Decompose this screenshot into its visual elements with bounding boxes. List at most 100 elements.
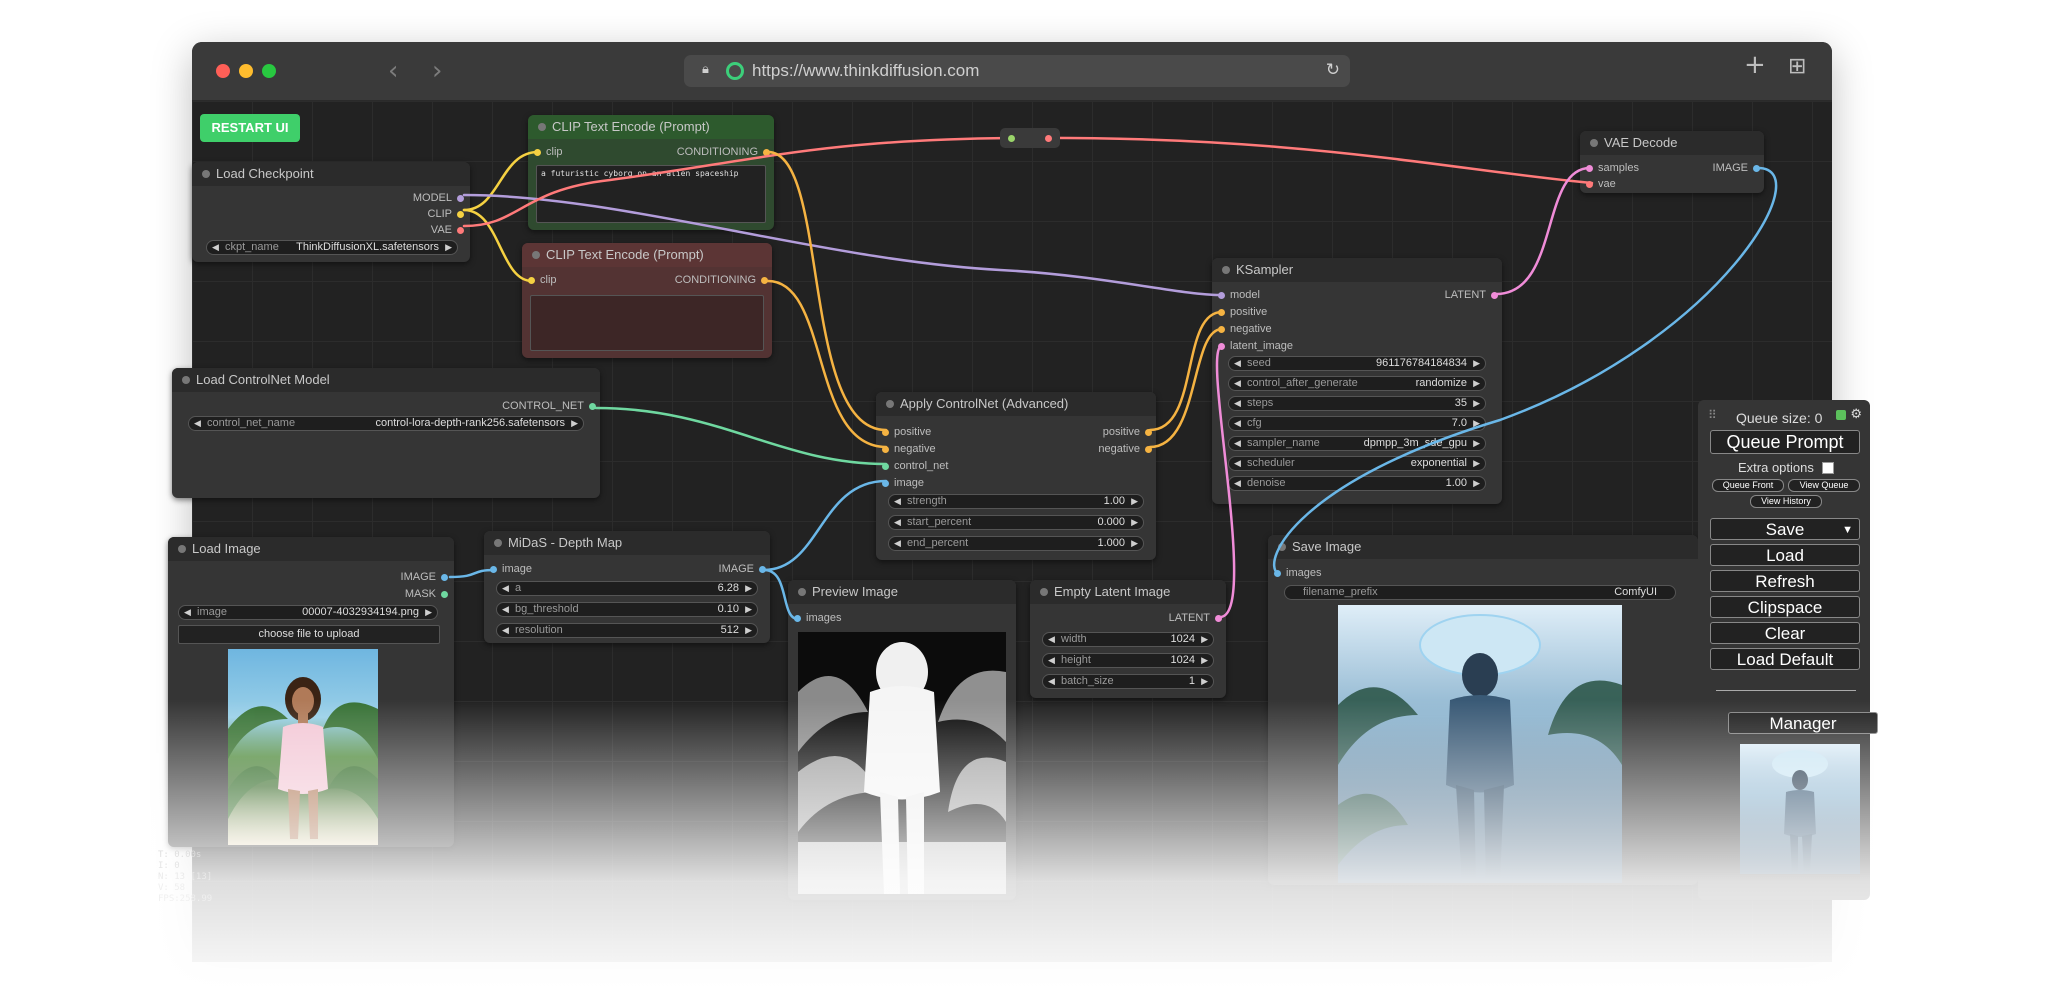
image-input[interactable]: image (882, 477, 924, 489)
decrement-arrow-icon[interactable]: ◀ (1234, 357, 1241, 370)
mask-output[interactable]: MASK (405, 588, 449, 600)
increment-arrow-icon[interactable]: ▶ (1131, 516, 1138, 529)
increment-arrow-icon[interactable]: ▶ (745, 603, 752, 616)
load-default-button[interactable]: Load Default (1710, 648, 1860, 670)
node-title[interactable]: Load ControlNet Model (172, 368, 600, 392)
vae-output[interactable]: VAE (431, 224, 465, 236)
extra-options-checkbox[interactable] (1822, 462, 1834, 474)
reroute-output-dot[interactable] (1045, 135, 1052, 142)
refresh-button[interactable]: Refresh (1710, 570, 1860, 592)
image-select[interactable]: ◀ image 00007-4032934194.png ▶ (178, 605, 438, 620)
decrement-arrow-icon[interactable]: ◀ (1234, 397, 1241, 410)
bg-threshold-field[interactable]: ◀ bg_threshold 0.10 ▶ (496, 602, 758, 617)
positive-input[interactable]: positive (882, 426, 931, 438)
view-history-button[interactable]: View History (1750, 495, 1822, 508)
scheduler-select[interactable]: ◀ scheduler exponential ▶ (1228, 456, 1486, 471)
end-percent-slider[interactable]: ◀ end_percent 1.000 ▶ (888, 536, 1144, 551)
node-title[interactable]: KSampler (1212, 258, 1502, 282)
negative-output[interactable]: negative (1098, 443, 1152, 455)
clipspace-button[interactable]: Clipspace (1710, 596, 1860, 618)
load-controlnet-node[interactable]: Load ControlNet Model CONTROL_NET ◀ cont… (172, 368, 600, 498)
negative-input[interactable]: negative (1218, 323, 1272, 335)
steps-field[interactable]: ◀ steps 35 ▶ (1228, 396, 1486, 411)
node-title[interactable]: Empty Latent Image (1030, 580, 1226, 604)
image-output[interactable]: IMAGE (1713, 162, 1761, 174)
vae-decode-node[interactable]: VAE Decode samples vae IMAGE (1580, 131, 1764, 193)
node-title[interactable]: Load Image (168, 537, 454, 561)
clip-input[interactable]: clip (534, 146, 563, 158)
resolution-field[interactable]: ◀ resolution 512 ▶ (496, 623, 758, 638)
ksampler-node[interactable]: KSampler model positive negative latent_… (1212, 258, 1502, 504)
image-output[interactable]: IMAGE (719, 563, 767, 575)
conditioning-output[interactable]: CONDITIONING (677, 146, 771, 158)
height-field[interactable]: ◀ height 1024 ▶ (1042, 653, 1214, 668)
decrement-arrow-icon[interactable]: ◀ (894, 516, 901, 529)
close-window-button[interactable] (216, 64, 230, 78)
increment-arrow-icon[interactable]: ▶ (1131, 495, 1138, 508)
ckpt-name-select[interactable]: ◀ ckpt_name ThinkDiffusionXL.safetensors… (206, 240, 458, 255)
latent-image-input[interactable]: latent_image (1218, 340, 1293, 352)
minimize-window-button[interactable] (239, 64, 253, 78)
clip-input[interactable]: clip (528, 274, 557, 286)
width-field[interactable]: ◀ width 1024 ▶ (1042, 632, 1214, 647)
increment-arrow-icon[interactable]: ▶ (1473, 437, 1480, 450)
drag-handle-icon[interactable]: ⠿ (1708, 408, 1717, 422)
control-net-input[interactable]: control_net (882, 460, 948, 472)
positive-output[interactable]: positive (1103, 426, 1153, 438)
filename-prefix-field[interactable]: filename_prefix ComfyUI (1284, 585, 1676, 600)
control-after-generate-select[interactable]: ◀ control_after_generate randomize ▶ (1228, 376, 1486, 391)
increment-arrow-icon[interactable]: ▶ (1473, 357, 1480, 370)
increment-arrow-icon[interactable]: ▶ (425, 606, 432, 619)
control-net-name-select[interactable]: ◀ control_net_name control-lora-depth-ra… (188, 416, 584, 431)
increment-arrow-icon[interactable]: ▶ (1473, 457, 1480, 470)
history-thumbnail-image[interactable] (1740, 744, 1860, 874)
node-title[interactable]: MiDaS - Depth Map (484, 531, 770, 555)
new-tab-icon[interactable]: + (1744, 50, 1766, 80)
save-button[interactable]: Save ▼ (1710, 518, 1860, 540)
node-title[interactable]: Save Image (1268, 535, 1698, 559)
samples-input[interactable]: samples (1586, 162, 1639, 174)
maximize-window-button[interactable] (262, 64, 276, 78)
clip-text-encode-negative-node[interactable]: CLIP Text Encode (Prompt) clip CONDITION… (522, 243, 772, 358)
reload-icon[interactable]: ↻ (1326, 60, 1340, 80)
increment-arrow-icon[interactable]: ▶ (1473, 417, 1480, 430)
cfg-field[interactable]: ◀ cfg 7.0 ▶ (1228, 416, 1486, 431)
increment-arrow-icon[interactable]: ▶ (1473, 397, 1480, 410)
decrement-arrow-icon[interactable]: ◀ (502, 582, 509, 595)
node-title[interactable]: VAE Decode (1580, 131, 1764, 155)
increment-arrow-icon[interactable]: ▶ (1201, 633, 1208, 646)
save-image-node[interactable]: Save Image images filename_prefix ComfyU… (1268, 535, 1698, 885)
control-net-output[interactable]: CONTROL_NET (502, 400, 596, 412)
increment-arrow-icon[interactable]: ▶ (1473, 477, 1480, 490)
a-field[interactable]: ◀ a 6.28 ▶ (496, 581, 758, 596)
decrement-arrow-icon[interactable]: ◀ (1048, 633, 1055, 646)
preview-image-node[interactable]: Preview Image images (788, 580, 1016, 900)
load-button[interactable]: Load (1710, 544, 1860, 566)
reroute-node[interactable] (1000, 128, 1060, 148)
model-input[interactable]: model (1218, 289, 1260, 301)
queue-front-button[interactable]: Queue Front (1712, 479, 1784, 492)
decrement-arrow-icon[interactable]: ◀ (502, 624, 509, 637)
decrement-arrow-icon[interactable]: ◀ (184, 606, 191, 619)
start-percent-slider[interactable]: ◀ start_percent 0.000 ▶ (888, 515, 1144, 530)
node-title[interactable]: Apply ControlNet (Advanced) (876, 392, 1156, 416)
sampler-name-select[interactable]: ◀ sampler_name dpmpp_3m_sde_gpu ▶ (1228, 436, 1486, 451)
conditioning-output[interactable]: CONDITIONING (675, 274, 769, 286)
positive-input[interactable]: positive (1218, 306, 1267, 318)
address-bar[interactable]: 🔒︎ https://www.thinkdiffusion.com ↻ (684, 55, 1350, 87)
node-title[interactable]: Preview Image (788, 580, 1016, 604)
reroute-input-dot[interactable] (1008, 135, 1015, 142)
increment-arrow-icon[interactable]: ▶ (571, 417, 578, 430)
image-input[interactable]: image (490, 563, 532, 575)
decrement-arrow-icon[interactable]: ◀ (1234, 417, 1241, 430)
manager-button[interactable]: Manager (1728, 712, 1878, 734)
decrement-arrow-icon[interactable]: ◀ (1234, 437, 1241, 450)
decrement-arrow-icon[interactable]: ◀ (894, 537, 901, 550)
midas-depth-map-node[interactable]: MiDaS - Depth Map image IMAGE ◀ a 6.28 ▶… (484, 531, 770, 643)
decrement-arrow-icon[interactable]: ◀ (894, 495, 901, 508)
chevron-down-icon[interactable]: ▼ (1842, 519, 1853, 541)
batch-size-field[interactable]: ◀ batch_size 1 ▶ (1042, 674, 1214, 689)
increment-arrow-icon[interactable]: ▶ (1473, 377, 1480, 390)
decrement-arrow-icon[interactable]: ◀ (1234, 477, 1241, 490)
restart-ui-button[interactable]: RESTART UI (200, 114, 300, 142)
